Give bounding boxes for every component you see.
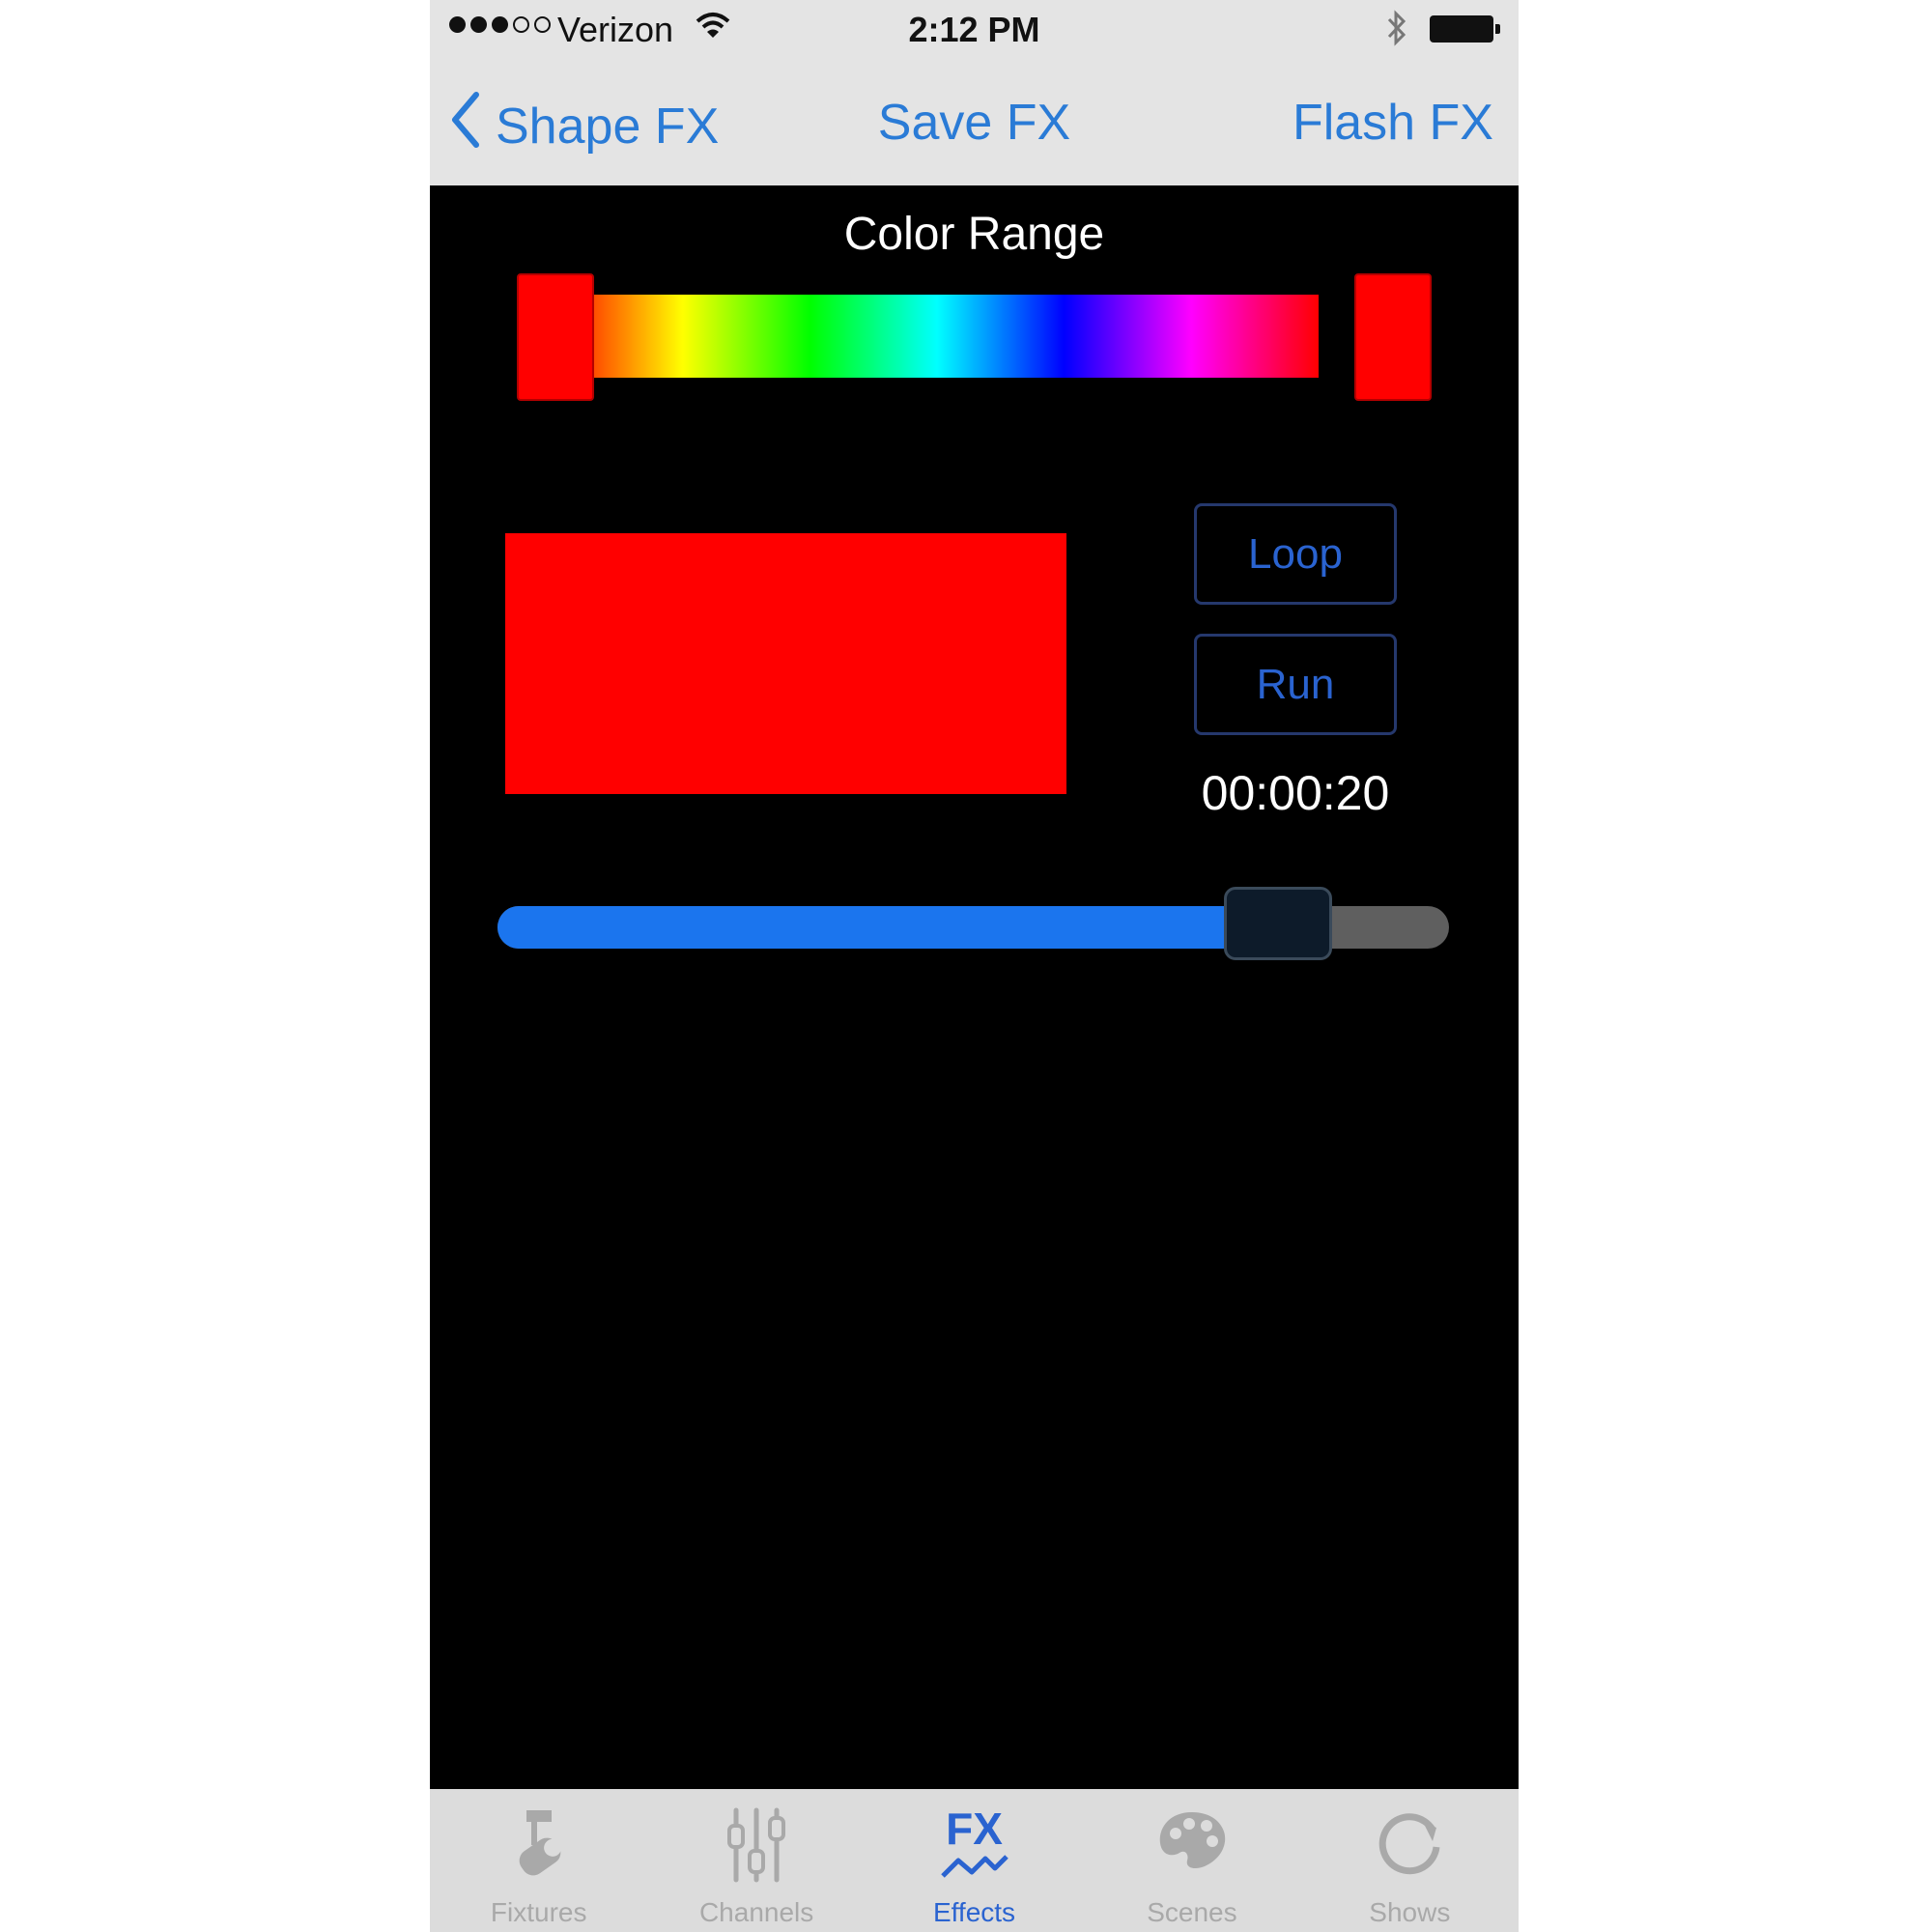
tab-label: Shows: [1369, 1897, 1451, 1927]
navigation-bar: Shape FX Save FX Flash FX: [430, 60, 1519, 185]
slider-thumb[interactable]: [1223, 887, 1332, 960]
loop-icon: [1373, 1806, 1446, 1885]
range-start-handle[interactable]: [517, 273, 594, 401]
battery-icon: [1430, 15, 1500, 43]
speed-slider[interactable]: [497, 887, 1449, 964]
slider-fill: [497, 906, 1278, 949]
fx-icon: FX: [939, 1806, 1010, 1887]
loop-button[interactable]: Loop: [1194, 503, 1397, 605]
fixture-icon: [505, 1806, 573, 1885]
flash-fx-button[interactable]: Flash FX: [1293, 94, 1493, 152]
color-range-title: Color Range: [843, 209, 1105, 260]
status-time: 2:12 PM: [908, 10, 1040, 49]
phone-screen: Verizon 2:12 PM Shape FX Save FX Flash F…: [430, 0, 1519, 1932]
range-end-handle[interactable]: [1354, 273, 1432, 401]
tab-fixtures[interactable]: Fixtures: [430, 1789, 647, 1932]
tab-channels[interactable]: Channels: [647, 1789, 865, 1932]
timer-display: 00:00:20: [1201, 766, 1390, 820]
run-button[interactable]: Run: [1194, 634, 1397, 735]
tab-label: Channels: [698, 1897, 814, 1927]
save-fx-button[interactable]: Save FX: [878, 94, 1070, 152]
tab-label: Fixtures: [490, 1897, 587, 1927]
status-bar: Verizon 2:12 PM: [430, 0, 1519, 60]
bluetooth-icon: [1386, 10, 1407, 55]
tab-label: Scenes: [1147, 1897, 1237, 1927]
tab-shows[interactable]: Shows: [1301, 1789, 1519, 1932]
tab-label: Effects: [932, 1897, 1016, 1927]
color-spectrum-bar[interactable]: [555, 295, 1319, 378]
tab-effects[interactable]: FX Effects: [866, 1789, 1083, 1932]
tab-bar: Fixtures Channels FX Effects Scenes Show…: [430, 1789, 1519, 1932]
sliders-icon: [723, 1806, 790, 1889]
color-preview: [505, 533, 1066, 794]
palette-icon: [1154, 1806, 1230, 1879]
tab-scenes[interactable]: Scenes: [1083, 1789, 1300, 1932]
